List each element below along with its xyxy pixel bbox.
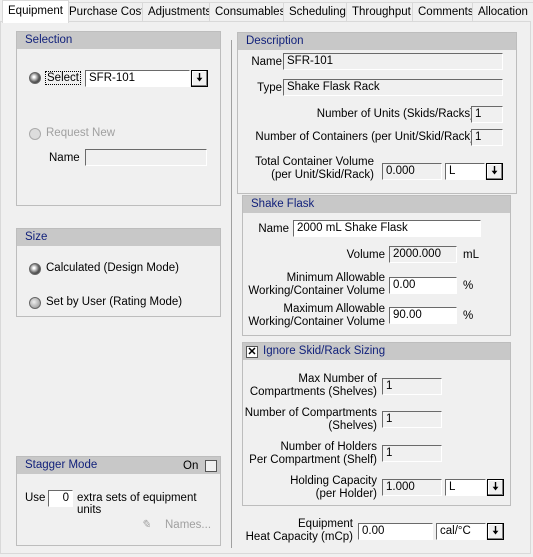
tab-consumables[interactable]: Consumables: [209, 2, 292, 22]
size-group: Size Calculated (Design Mode) Set by Use…: [16, 228, 221, 317]
max-compartments-label: Max Number of Compartments (Shelves): [250, 373, 377, 399]
num-compartments-input[interactable]: 1: [382, 411, 442, 428]
heat-capacity-label-line2: Heat Capacity (mCp): [245, 531, 353, 543]
total-volume-input[interactable]: 0.000: [382, 163, 442, 180]
extra-sets-input[interactable]: 0: [48, 490, 73, 507]
max-volume-label-line1: Maximum Allowable: [283, 303, 385, 315]
skid-sizing-header: Ignore Skid/Rack Sizing: [243, 343, 510, 360]
total-volume-unit-select[interactable]: L: [445, 163, 485, 180]
flask-name-input[interactable]: 2000 mL Shake Flask: [293, 220, 481, 237]
equipment-select[interactable]: SFR-101: [85, 70, 190, 87]
heat-capacity-label: Equipment Heat Capacity (mCp): [246, 518, 353, 544]
selection-header: Selection: [17, 32, 220, 49]
stagger-on-label: On: [183, 460, 199, 472]
description-group: Description Name SFR-101 Type Shake Flas…: [237, 32, 517, 194]
size-header: Size: [17, 229, 220, 246]
total-volume-unit-arrow-icon[interactable]: 🠇: [486, 163, 503, 180]
units-label: Number of Units (Skids/Racks): [316, 108, 474, 120]
holding-capacity-unit-select[interactable]: L: [445, 479, 486, 496]
names-button[interactable]: Names...: [165, 519, 211, 531]
stagger-on-checkbox[interactable]: [205, 460, 217, 472]
tab-adjustments[interactable]: Adjustments: [142, 2, 218, 22]
volume-input[interactable]: 2000.000: [389, 246, 457, 263]
select-dropdown-arrow-icon[interactable]: 🠇: [191, 70, 208, 87]
min-volume-unit: %: [463, 280, 474, 292]
type-input[interactable]: Shake Flask Rack: [283, 79, 503, 96]
selection-group: Selection Select SFR-101 🠇 Request New N…: [16, 31, 221, 206]
heat-capacity-unit-select[interactable]: cal/°C: [436, 523, 486, 540]
tab-bar: Equipment Purchase Cost Adjustments Cons…: [0, 0, 533, 23]
max-compartments-input[interactable]: 1: [382, 378, 442, 395]
desc-name-input[interactable]: SFR-101: [283, 53, 503, 70]
tab-equipment[interactable]: Equipment: [2, 0, 69, 23]
ignore-skid-sizing-checkbox[interactable]: ✕: [246, 346, 258, 358]
stagger-group: Stagger Mode On Use 0 extra sets of equi…: [16, 456, 221, 546]
holding-capacity-label-line1: Holding Capacity: [290, 475, 377, 487]
max-volume-label-line2: Working/Container Volume: [248, 316, 385, 328]
holders-label-line2: Per Compartment (Shelf): [249, 454, 377, 466]
request-name-input[interactable]: [85, 149, 207, 166]
tab-scheduling[interactable]: Scheduling: [283, 2, 352, 22]
holding-capacity-unit-arrow-icon[interactable]: 🠇: [487, 479, 504, 496]
containers-label: Number of Containers (per Unit/Skid/Rack…: [255, 131, 474, 143]
select-radio[interactable]: [29, 72, 41, 84]
use-label: Use: [25, 492, 46, 504]
min-volume-label-line1: Minimum Allowable: [286, 272, 385, 284]
containers-input[interactable]: 1: [471, 129, 503, 146]
set-by-user-radio[interactable]: [29, 297, 41, 309]
description-header: Description: [238, 33, 516, 50]
tab-purchase-cost[interactable]: Purchase Cost: [63, 2, 151, 22]
shake-flask-header: Shake Flask: [243, 196, 510, 213]
select-label: Select: [45, 71, 81, 85]
holders-label-line1: Number of Holders: [280, 441, 377, 453]
tab-comments[interactable]: Comments: [412, 2, 480, 22]
heat-capacity-unit-arrow-icon[interactable]: 🠇: [487, 523, 504, 540]
tab-allocation[interactable]: Allocation: [472, 2, 533, 22]
flask-name-label: Name: [258, 223, 289, 235]
heat-capacity-input[interactable]: 0.00: [358, 523, 433, 540]
max-volume-label: Maximum Allowable Working/Container Volum…: [248, 303, 385, 329]
calculated-radio[interactable]: [29, 263, 41, 275]
num-compartments-label-line2: (Shelves): [328, 420, 377, 432]
min-volume-label: Minimum Allowable Working/Container Volum…: [248, 272, 385, 298]
desc-name-label: Name: [251, 56, 282, 68]
holding-capacity-input[interactable]: 1.000: [382, 479, 442, 496]
max-volume-unit: %: [463, 310, 474, 322]
shake-flask-group: Shake Flask Name 2000 mL Shake Flask Vol…: [242, 195, 511, 336]
total-volume-label: Total Container Volume (per Unit/Skid/Rac…: [255, 156, 374, 182]
extra-sets-label: extra sets of equipment units: [77, 492, 197, 516]
num-compartments-label: Number of Compartments (Shelves): [245, 407, 377, 433]
num-compartments-label-line1: Number of Compartments: [244, 407, 377, 419]
min-volume-label-line2: Working/Container Volume: [248, 285, 385, 297]
min-volume-input[interactable]: 0.00: [389, 277, 457, 294]
request-new-radio[interactable]: [29, 128, 41, 140]
total-volume-label-line1: Total Container Volume: [255, 156, 374, 168]
volume-label: Volume: [346, 249, 385, 261]
request-new-label: Request New: [46, 127, 116, 139]
total-volume-label-line2: (per Unit/Skid/Rack): [271, 169, 374, 181]
holding-capacity-label-line2: (per Holder): [315, 488, 377, 500]
max-compartments-label-line1: Max Number of: [298, 373, 377, 385]
tab-throughput[interactable]: Throughput: [346, 2, 417, 22]
calculated-label: Calculated (Design Mode): [46, 262, 179, 274]
names-pen-icon: ✎: [141, 519, 151, 531]
holding-capacity-label: Holding Capacity (per Holder): [290, 475, 377, 501]
volume-unit: mL: [463, 249, 479, 261]
type-label: Type: [257, 82, 282, 94]
column-divider: [231, 40, 232, 548]
max-compartments-label-line2: Compartments (Shelves): [249, 386, 377, 398]
skid-sizing-group: Ignore Skid/Rack Sizing ✕ Max Number of C…: [242, 342, 511, 506]
heat-capacity-label-line1: Equipment: [298, 518, 353, 530]
units-input[interactable]: 1: [471, 106, 503, 123]
set-by-user-label: Set by User (Rating Mode): [46, 296, 183, 308]
max-volume-input[interactable]: 90.00: [389, 307, 457, 324]
holders-input[interactable]: 1: [382, 445, 442, 462]
holders-label: Number of Holders Per Compartment (Shelf): [249, 441, 377, 467]
request-name-label: Name: [49, 152, 80, 164]
